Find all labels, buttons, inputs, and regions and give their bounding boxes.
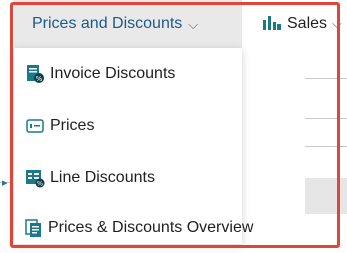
menu-item-label: Prices (50, 117, 95, 134)
background-row (305, 178, 347, 214)
prices-icon (24, 115, 46, 137)
line-discounts-icon: % (24, 167, 46, 189)
menu-item-label: Line Discounts (50, 169, 155, 186)
sales-menu-button[interactable]: Sales ⌵ (262, 0, 342, 48)
divider (305, 118, 347, 119)
menu-item-prices[interactable]: Prices (14, 106, 242, 146)
menu-item-label: Invoice Discounts (50, 65, 176, 82)
menu-item-prices-discounts-overview[interactable]: Prices & Discounts Overview (14, 208, 253, 248)
divider (305, 78, 347, 79)
prices-and-discounts-dropdown: % Invoice Discounts Prices % Line Discou… (14, 48, 253, 244)
svg-text:%: % (37, 180, 43, 188)
action-bar: Prices and Discounts ⌵ Sales ⌵ (0, 0, 347, 48)
menu-item-label: Prices & Discounts Overview (48, 219, 254, 236)
chevron-down-icon: ⌵ (332, 16, 342, 31)
sales-icon (262, 12, 282, 37)
chevron-down-icon: ⌵ (188, 17, 199, 32)
prices-discounts-overview-icon (24, 217, 44, 239)
menu-item-invoice-discounts[interactable]: % Invoice Discounts (14, 54, 242, 94)
menu-item-line-discounts[interactable]: % Line Discounts (14, 158, 242, 198)
sales-label: Sales (287, 15, 328, 32)
divider (305, 146, 347, 147)
invoice-discounts-icon: % (24, 63, 46, 85)
prices-and-discounts-menu-button[interactable]: Prices and Discounts ⌵ (14, 0, 242, 48)
pointer-arrow-icon: ▸ (2, 177, 8, 189)
menu-tab-label: Prices and Discounts (32, 15, 183, 32)
svg-text:%: % (36, 75, 43, 83)
